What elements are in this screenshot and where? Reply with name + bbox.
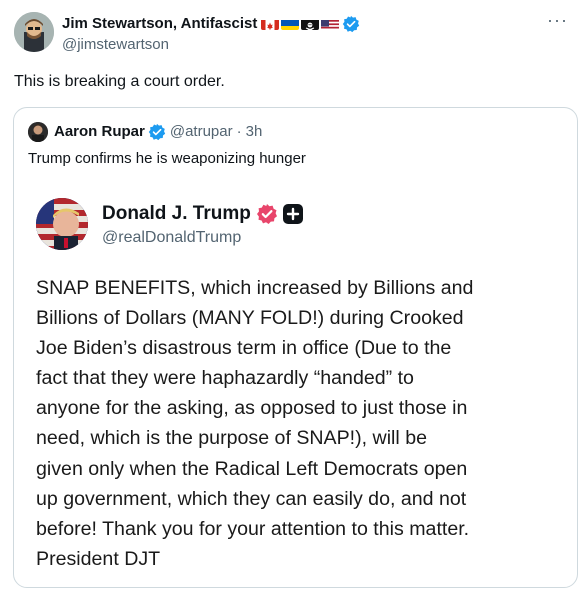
- embedded-post-line: SNAP BENEFITS, which increased by Billio…: [36, 277, 474, 299]
- embedded-post-line: up government, which they can easily do,…: [36, 487, 467, 510]
- plus-icon: [282, 203, 304, 225]
- embedded-author-handle: @realDonaldTrump: [102, 229, 242, 246]
- embedded-post-line: President DJT: [36, 547, 161, 570]
- embedded-verified-icon: [256, 203, 278, 225]
- author-name[interactable]: Jim Stewartson, Antifascist: [62, 14, 257, 33]
- embedded-post-line: need, which is the purpose of SNAP!), wi…: [36, 427, 427, 450]
- quote-separator: ·: [236, 123, 242, 140]
- embedded-author-name: Donald J. Trump: [102, 203, 251, 224]
- quote-header: Aaron Rupar @atrupar · 3h: [28, 122, 262, 142]
- quote-author-handle[interactable]: @atrupar: [170, 123, 233, 141]
- embedded-post-line: Billions of Dollars (MANY FOLD!) during …: [36, 307, 464, 330]
- tweet-text: This is breaking a court order.: [14, 73, 225, 90]
- embedded-header: Donald J. Trump @realDonaldTrump: [102, 203, 304, 247]
- verified-badge-icon[interactable]: [342, 15, 360, 33]
- quote-timestamp[interactable]: 3h: [246, 123, 263, 141]
- embedded-post-line: anyone for the asking, as opposed to jus…: [36, 397, 468, 420]
- embedded-post-line: before! Thank you for your attention to …: [36, 517, 470, 540]
- quote-text: Trump confirms he is weaponizing hunger: [28, 150, 306, 167]
- quote-author-avatar[interactable]: [28, 122, 48, 142]
- more-options-icon[interactable]: ···: [547, 10, 568, 31]
- us-flag-icon: [321, 18, 340, 30]
- verified-badge-icon[interactable]: [148, 123, 166, 141]
- embedded-post-line: given only when the Radical Left Democra…: [36, 457, 468, 480]
- embedded-author-avatar: [36, 198, 88, 250]
- tweet-header: Jim Stewartson, Antifascist @jimstewarts…: [62, 14, 360, 54]
- embedded-post-body: SNAP BENEFITS, which increased by Billio…: [36, 273, 566, 574]
- pirate-flag-icon: [301, 18, 320, 30]
- flag-emojis: [261, 18, 340, 30]
- quote-author-name[interactable]: Aaron Rupar: [54, 123, 145, 141]
- author-avatar[interactable]: [14, 12, 54, 52]
- canada-flag-icon: [261, 18, 280, 30]
- ukraine-flag-icon: [281, 18, 300, 30]
- embedded-post-line: fact that they were haphazardly “handed”…: [36, 367, 414, 390]
- embedded-post-line: Joe Biden’s disastrous term in office (D…: [36, 337, 452, 360]
- quoted-tweet-card[interactable]: Aaron Rupar @atrupar · 3h Trump confirms…: [13, 107, 578, 588]
- author-handle[interactable]: @jimstewartson: [62, 35, 360, 54]
